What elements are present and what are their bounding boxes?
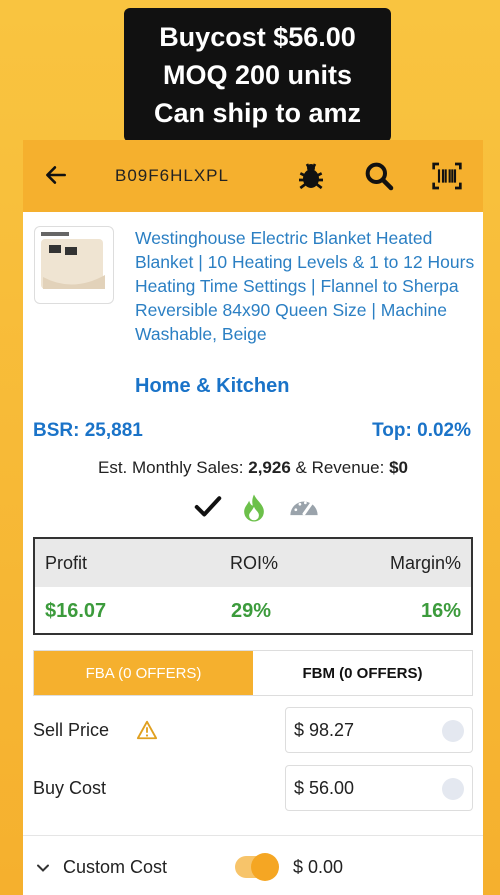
indicator-icons	[191, 492, 321, 526]
custom-cost-value[interactable]: $ 0.00	[293, 857, 343, 878]
revenue-value: $0	[389, 458, 408, 477]
asin-label: B09F6HLXPL	[115, 166, 229, 185]
chevron-down-icon[interactable]	[33, 858, 53, 878]
sell-price-row: Sell Price $ 98.27	[33, 707, 473, 757]
caption-line-1: Buycost $56.00	[159, 22, 356, 52]
roi-value: 29%	[231, 600, 272, 622]
roi-header: ROI%	[230, 553, 279, 573]
bug-icon[interactable]	[295, 160, 327, 192]
warning-icon[interactable]	[136, 719, 158, 741]
sell-price-input[interactable]: $ 98.27	[285, 707, 473, 753]
buy-cost-row: Buy Cost $ 56.00	[33, 765, 473, 815]
caption-line-3: Can ship to amz	[153, 98, 362, 128]
product-panel: B09F6HLXPL Westinghouse Electric Blanket…	[23, 140, 483, 895]
profit-table: Profit ROI% Margin% $16.07 29% 16%	[33, 537, 473, 635]
custom-cost-row: Custom Cost $ 0.00	[33, 852, 473, 892]
profit-value-row: $16.07 29% 16%	[35, 587, 471, 633]
product-thumbnail[interactable]	[34, 226, 114, 304]
toggle-knob	[251, 853, 279, 881]
profit-header-row: Profit ROI% Margin%	[35, 539, 471, 587]
flame-icon	[244, 494, 264, 522]
clear-icon[interactable]	[442, 778, 464, 800]
top-bar: B09F6HLXPL	[23, 140, 483, 212]
caption-line-2: MOQ 200 units	[162, 60, 353, 90]
buy-cost-input[interactable]: $ 56.00	[285, 765, 473, 811]
margin-header: Margin%	[389, 553, 461, 573]
custom-cost-toggle[interactable]	[235, 853, 279, 881]
sales-units: 2,926	[248, 458, 291, 477]
buy-cost-value: $ 56.00	[294, 778, 355, 798]
sell-price-label: Sell Price	[33, 720, 158, 741]
top-percent-label: Top: 0.02%	[372, 420, 471, 441]
product-title-link[interactable]: Westinghouse Electric Blanket Heated Bla…	[135, 226, 475, 346]
caption-overlay: Buycost $56.00 MOQ 200 units Can ship to…	[124, 8, 391, 142]
monthly-sales-line: Est. Monthly Sales: 2,926 & Revenue: $0	[23, 458, 483, 478]
buy-cost-label: Buy Cost	[33, 778, 107, 798]
profit-header: Profit	[45, 553, 88, 573]
margin-value: 16%	[420, 600, 461, 622]
tab-fbm[interactable]: FBM (0 OFFERS)	[253, 651, 472, 695]
category-label: Home & Kitchen	[135, 375, 290, 397]
gauge-icon	[290, 501, 318, 516]
profit-value: $16.07	[45, 600, 107, 622]
blanket-image	[41, 232, 105, 289]
back-arrow-icon[interactable]	[43, 162, 69, 188]
clear-icon[interactable]	[442, 720, 464, 742]
offer-tabs: FBA (0 OFFERS) FBM (0 OFFERS)	[33, 650, 473, 696]
bsr-label: BSR: 25,881	[33, 420, 143, 441]
tab-fba[interactable]: FBA (0 OFFERS)	[34, 651, 253, 695]
barcode-icon[interactable]	[431, 160, 463, 192]
custom-cost-label: Custom Cost	[63, 857, 168, 877]
search-icon[interactable]	[363, 160, 395, 192]
sales-prefix: Est. Monthly Sales:	[98, 458, 249, 477]
sell-price-value: $ 98.27	[294, 720, 355, 740]
divider	[23, 835, 483, 836]
revenue-prefix: & Revenue:	[290, 458, 390, 477]
check-icon	[194, 496, 222, 517]
sell-price-label-text: Sell Price	[33, 720, 110, 740]
